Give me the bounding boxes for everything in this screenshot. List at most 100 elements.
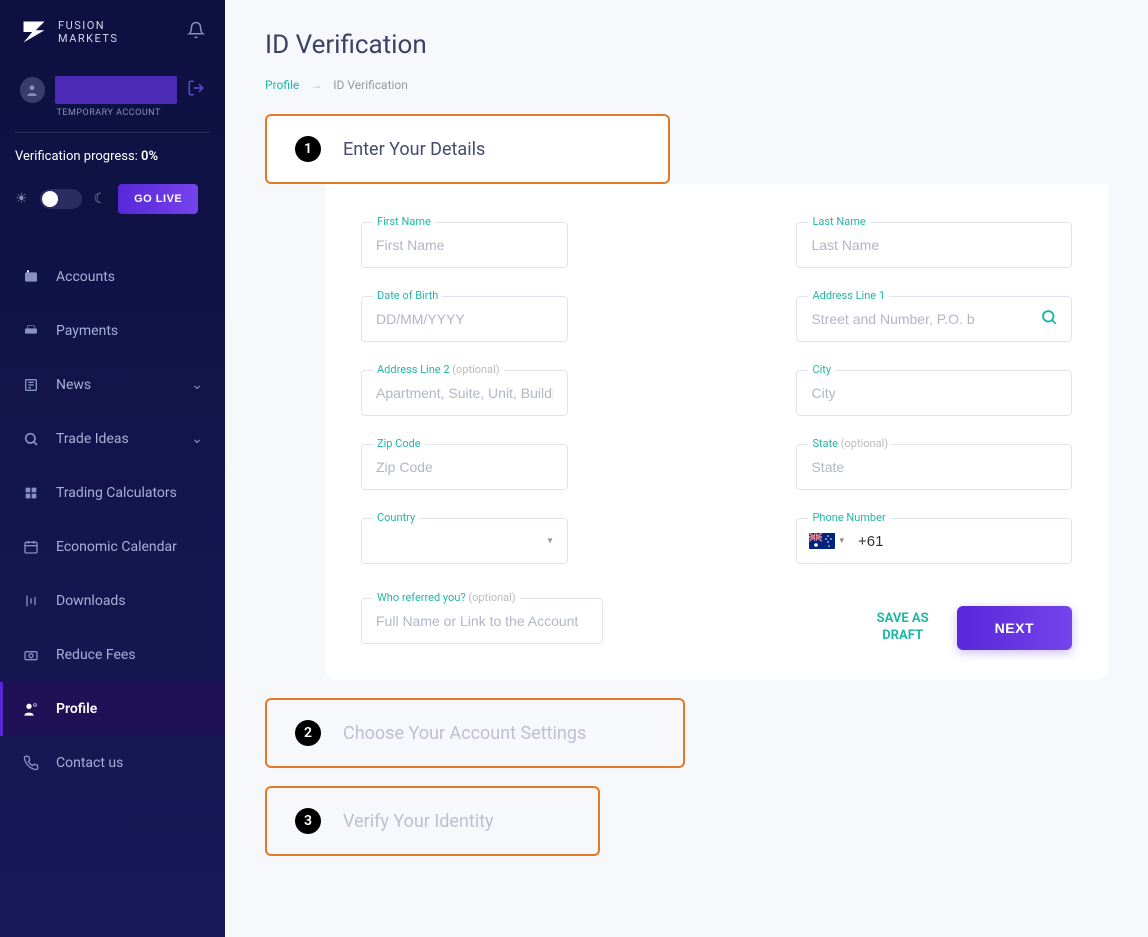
breadcrumb-current: ID Verification	[333, 78, 408, 92]
nav-label: Trade Ideas	[56, 431, 129, 447]
address2-input[interactable]	[361, 370, 568, 416]
step-number: 2	[295, 720, 321, 746]
country-field: Country	[361, 518, 568, 564]
logout-icon[interactable]	[187, 79, 205, 101]
step-title: Choose Your Account Settings	[343, 723, 586, 744]
dob-field: Date of Birth	[361, 296, 568, 342]
last-name-input[interactable]	[796, 222, 1072, 268]
nav-label: Downloads	[56, 593, 126, 609]
accounts-icon	[22, 268, 40, 286]
nav-trading-calculators[interactable]: Trading Calculators	[0, 466, 225, 520]
nav-downloads[interactable]: Downloads	[0, 574, 225, 628]
field-label: Who referred you? (optional)	[373, 591, 520, 604]
user-block: TEMPORARY ACCOUNT	[0, 64, 225, 112]
username-redacted: TEMPORARY ACCOUNT	[55, 76, 178, 104]
field-label: Date of Birth	[373, 289, 442, 302]
nav-label: Accounts	[56, 269, 115, 285]
field-label: Address Line 2 (optional)	[373, 363, 504, 376]
nav-trade-ideas[interactable]: Trade Ideas ⌄	[0, 412, 225, 466]
form-actions: SAVE ASDRAFT NEXT	[831, 606, 1073, 650]
next-button[interactable]: NEXT	[957, 606, 1072, 650]
sun-icon: ☀	[15, 191, 28, 207]
nav-label: Economic Calendar	[56, 539, 177, 555]
referral-field: Who referred you? (optional)	[361, 598, 603, 644]
field-label: City	[808, 363, 835, 376]
breadcrumb-profile[interactable]: Profile	[265, 78, 299, 92]
nav-accounts[interactable]: Accounts	[0, 250, 225, 304]
news-icon	[22, 376, 40, 394]
nav-label: Reduce Fees	[56, 647, 136, 663]
logo[interactable]: FUSIONMARKETS	[20, 18, 118, 46]
moon-icon: ☾	[94, 191, 107, 207]
search-icon[interactable]	[1040, 308, 1058, 330]
temp-account-label: TEMPORARY ACCOUNT	[57, 108, 161, 118]
breadcrumb-arrow-icon: →	[310, 78, 322, 92]
field-label: State (optional)	[808, 437, 892, 450]
chevron-down-icon: ▾	[839, 536, 844, 546]
step-title: Verify Your Identity	[343, 811, 494, 832]
nav-news[interactable]: News ⌄	[0, 358, 225, 412]
first-name-field: First Name	[361, 222, 568, 268]
form-panel: First Name Last Name Date of Birth Addre…	[325, 184, 1108, 680]
country-select[interactable]	[361, 518, 568, 564]
main-content: ID Verification Profile → ID Verificatio…	[225, 0, 1148, 937]
go-live-button[interactable]: GO LIVE	[118, 184, 198, 214]
sidebar: FUSIONMARKETS TEMPORARY ACCOUNT Verifica…	[0, 0, 225, 937]
reduce-fees-icon	[22, 646, 40, 664]
nav-contact-us[interactable]: Contact us	[0, 736, 225, 790]
first-name-input[interactable]	[361, 222, 568, 268]
step-number: 1	[295, 136, 321, 162]
nav-label: News	[56, 377, 91, 393]
zip-input[interactable]	[361, 444, 568, 490]
nav-label: Payments	[56, 323, 118, 339]
nav-label: Trading Calculators	[56, 485, 177, 501]
referral-input[interactable]	[361, 598, 603, 644]
nav-label: Profile	[56, 701, 97, 717]
address1-field: Address Line 1	[796, 296, 1072, 342]
flag-au-icon	[809, 533, 835, 549]
city-input[interactable]	[796, 370, 1072, 416]
nav-label: Contact us	[56, 755, 123, 771]
step-title: Enter Your Details	[343, 139, 485, 160]
phone-country-selector[interactable]: ▾	[803, 533, 850, 549]
field-label: Last Name	[808, 215, 869, 228]
mode-row: ☀ ☾ GO LIVE	[0, 176, 225, 232]
field-label: Country	[373, 511, 419, 524]
profile-icon	[22, 700, 40, 718]
phone-input[interactable]	[850, 533, 1065, 550]
payments-icon	[22, 322, 40, 340]
step-2-header[interactable]: 2 Choose Your Account Settings	[265, 698, 685, 768]
save-draft-button[interactable]: SAVE ASDRAFT	[877, 611, 929, 645]
chevron-down-icon: ⌄	[191, 431, 203, 447]
step-1-header: 1 Enter Your Details	[265, 114, 670, 184]
field-label: Address Line 1	[808, 289, 889, 302]
nav-menu: Accounts Payments News ⌄ Trade Ideas ⌄ T…	[0, 232, 225, 937]
last-name-field: Last Name	[796, 222, 1072, 268]
phone-field: Phone Number ▾	[796, 518, 1072, 564]
field-label: First Name	[373, 215, 435, 228]
city-field: City	[796, 370, 1072, 416]
downloads-icon	[22, 592, 40, 610]
nav-economic-calendar[interactable]: Economic Calendar	[0, 520, 225, 574]
logo-text: FUSIONMARKETS	[58, 19, 118, 45]
notifications-icon[interactable]	[187, 21, 205, 43]
avatar	[20, 77, 45, 103]
address1-input[interactable]	[796, 296, 1072, 342]
page-title: ID Verification	[265, 30, 1108, 60]
verification-progress: Verification progress: 0%	[0, 133, 225, 176]
chevron-down-icon: ⌄	[191, 377, 203, 393]
calculator-icon	[22, 484, 40, 502]
contact-icon	[22, 754, 40, 772]
field-label: Zip Code	[373, 437, 425, 450]
dob-input[interactable]	[361, 296, 568, 342]
state-input[interactable]	[796, 444, 1072, 490]
logo-icon	[20, 18, 48, 46]
nav-payments[interactable]: Payments	[0, 304, 225, 358]
field-label: Phone Number	[808, 511, 889, 524]
zip-field: Zip Code	[361, 444, 568, 490]
state-field: State (optional)	[796, 444, 1072, 490]
theme-toggle[interactable]	[40, 189, 82, 209]
nav-profile[interactable]: Profile	[0, 682, 225, 736]
step-3-header[interactable]: 3 Verify Your Identity	[265, 786, 600, 856]
nav-reduce-fees[interactable]: Reduce Fees	[0, 628, 225, 682]
